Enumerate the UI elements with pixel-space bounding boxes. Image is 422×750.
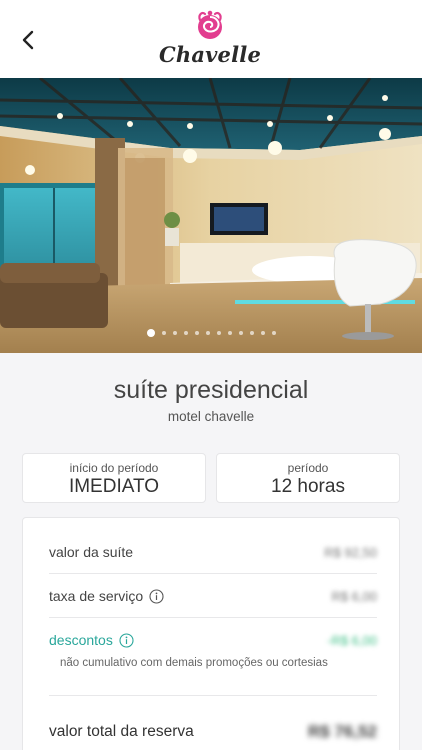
carousel-dot[interactable] xyxy=(172,331,177,335)
carousel-dot[interactable] xyxy=(238,331,243,335)
carousel-dot[interactable] xyxy=(161,331,166,335)
discounts-row: descontos -R$ 6,00 xyxy=(49,632,377,648)
period-duration-label: período xyxy=(287,461,329,475)
room-title: suíte presidencial xyxy=(113,376,309,404)
suite-value-row: valor da suíte R$ 92,50 xyxy=(49,544,377,560)
total-value: R$ 76,52 xyxy=(308,722,377,741)
room-photo-carousel[interactable] xyxy=(0,78,422,353)
carousel-dot[interactable] xyxy=(260,331,265,335)
total-row: valor total da reserva R$ 76,52 xyxy=(49,722,377,742)
divider xyxy=(49,573,377,574)
period-start-label: início do período xyxy=(69,461,159,475)
discounts-value: -R$ 6,00 xyxy=(327,632,377,648)
service-fee-label: taxa de serviço xyxy=(49,588,144,604)
back-button[interactable] xyxy=(14,26,42,54)
carousel-dot[interactable] xyxy=(227,331,232,335)
carousel-dot[interactable] xyxy=(271,331,276,335)
chavelle-logo: Chavelle xyxy=(158,8,262,70)
carousel-dot[interactable] xyxy=(146,329,155,337)
suite-value-label: valor da suíte xyxy=(49,544,134,560)
discounts-label: descontos xyxy=(49,632,113,648)
logo-text: Chavelle xyxy=(158,42,262,67)
app-header: Chavelle xyxy=(0,0,422,78)
period-duration-box[interactable]: período 12 horas xyxy=(216,453,400,503)
suite-value: R$ 92,50 xyxy=(324,544,377,560)
service-fee-value: R$ 6,00 xyxy=(331,588,377,604)
carousel-dot[interactable] xyxy=(194,331,199,335)
info-icon[interactable] xyxy=(149,588,164,604)
divider xyxy=(49,695,377,696)
service-fee-row: taxa de serviço R$ 6,00 xyxy=(49,588,377,604)
period-start-box[interactable]: início do período IMEDIATO xyxy=(22,453,206,503)
carousel-dot[interactable] xyxy=(205,331,210,335)
carousel-dot[interactable] xyxy=(216,331,221,335)
rose-logo-icon xyxy=(198,10,222,39)
service-fee-label-group: taxa de serviço xyxy=(49,588,164,604)
carousel-dot[interactable] xyxy=(249,331,254,335)
period-duration-value: 12 horas xyxy=(271,476,345,497)
chevron-left-icon xyxy=(22,30,34,50)
period-start-value: IMEDIATO xyxy=(68,476,160,497)
info-icon[interactable] xyxy=(119,632,134,648)
carousel-indicator[interactable] xyxy=(0,329,422,337)
carousel-dot[interactable] xyxy=(183,331,188,335)
discounts-label-group: descontos xyxy=(49,632,134,648)
room-photo xyxy=(0,78,422,353)
total-label: valor total da reserva xyxy=(49,723,194,740)
discounts-note: não cumulativo com demais promoções ou c… xyxy=(60,657,328,669)
divider xyxy=(49,617,377,618)
room-subtitle: motel chavelle xyxy=(167,409,255,424)
price-summary-card: valor da suíte R$ 92,50 taxa de serviço … xyxy=(22,517,400,750)
